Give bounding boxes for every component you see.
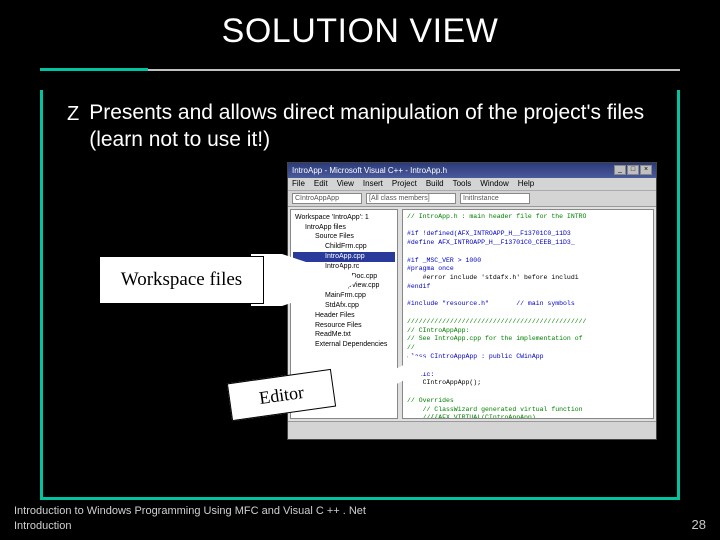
arrow-workspace [251,254,361,306]
accent-line [40,68,148,71]
slide: SOLUTION VIEW Z Presents and allows dire… [0,0,720,540]
window-titlebar: IntroApp - Microsoft Visual C++ - IntroA… [288,163,656,178]
menu-item: Edit [314,179,328,188]
menu-item: View [337,179,354,188]
close-icon: × [640,165,652,175]
maximize-icon: □ [627,165,639,175]
menu-bar: File Edit View Insert Project Build Tool… [288,178,656,191]
tree-folder: Header Files [293,311,395,321]
menu-item: Build [426,179,444,188]
toolbar: CIntroAppApp [All class members] InitIns… [288,191,656,207]
tree-folder: Resource Files [293,321,395,331]
page-number: 28 [692,516,706,534]
members-dropdown: [All class members] [366,193,456,204]
footer-text: Introduction to Windows Programming Usin… [14,504,366,534]
bullet-item: Z Presents and allows direct manipulatio… [67,100,665,154]
tree-folder: External Dependencies [293,340,395,350]
footer-line1: Introduction to Windows Programming Usin… [14,504,366,519]
function-dropdown: InitInstance [460,193,530,204]
tree-root: Workspace 'IntroApp': 1 [293,213,395,223]
menu-item: Window [480,179,508,188]
callout-workspace-text: Workspace files [121,269,242,291]
bullet-marker: Z [67,100,79,128]
menu-item: File [292,179,305,188]
slide-footer: Introduction to Windows Programming Usin… [0,504,720,534]
bullet-block: Z Presents and allows direct manipulatio… [43,90,677,154]
menu-item: Insert [363,179,383,188]
footer-line2: Introduction [14,519,366,534]
menu-item: Tools [453,179,472,188]
status-bar [288,421,656,439]
tree-project: IntroApp files [293,223,395,233]
slide-title: SOLUTION VIEW [0,0,720,69]
menu-item: Help [518,179,534,188]
content-frame: Z Presents and allows direct manipulatio… [40,90,680,500]
callout-editor-text: Editor [258,381,305,408]
arrow-editor [321,352,441,422]
window-buttons: _ □ × [614,165,652,175]
tree-file: ReadMe.txt [293,330,395,340]
figure-area: IntroApp - Microsoft Visual C++ - IntroA… [99,162,651,452]
window-title-text: IntroApp - Microsoft Visual C++ - IntroA… [292,166,447,175]
minimize-icon: _ [614,165,626,175]
class-dropdown: CIntroAppApp [292,193,362,204]
menu-item: Project [392,179,417,188]
tree-file: ChildFrm.cpp [293,242,395,252]
tree-folder: Source Files [293,232,395,242]
bullet-text: Presents and allows direct manipulation … [89,100,665,154]
callout-workspace: Workspace files [99,256,264,304]
